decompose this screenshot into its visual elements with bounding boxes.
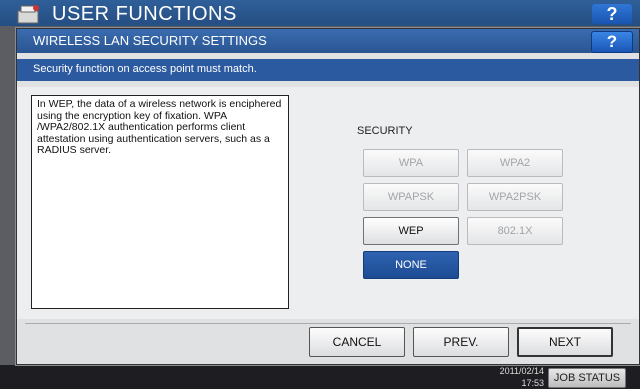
next-button[interactable]: NEXT: [517, 327, 613, 357]
footer-divider: [25, 323, 631, 324]
prev-button[interactable]: PREV.: [413, 327, 509, 357]
wpapsk-button[interactable]: WPAPSK: [363, 183, 459, 211]
status-bar: [0, 365, 640, 389]
wep-button[interactable]: WEP: [363, 217, 459, 245]
description-box: In WEP, the data of a wireless network i…: [31, 95, 289, 309]
settings-panel: In WEP, the data of a wireless network i…: [17, 87, 639, 319]
cancel-button[interactable]: CANCEL: [309, 327, 405, 357]
none-button[interactable]: NONE: [363, 251, 459, 279]
dialog-title: WIRELESS LAN SECURITY SETTINGS: [33, 33, 267, 48]
message-bar: Security function on access point must m…: [17, 59, 639, 81]
dialog-help-button[interactable]: ?: [591, 31, 633, 53]
dialog-title-bar: WIRELESS LAN SECURITY SETTINGS ?: [17, 29, 639, 53]
wpa2-button[interactable]: WPA2: [467, 149, 563, 177]
job-status-button[interactable]: JOB STATUS: [548, 368, 626, 388]
wpa2psk-button[interactable]: WPA2PSK: [467, 183, 563, 211]
app-help-button[interactable]: ?: [592, 4, 632, 24]
clock-date: 2011/02/14: [499, 366, 544, 376]
description-text: In WEP, the data of a wireless network i…: [37, 98, 282, 156]
message-text: Security function on access point must m…: [33, 63, 257, 75]
security-label: SECURITY: [357, 125, 413, 137]
clock-time: 17:53: [521, 378, 544, 388]
app-title: USER FUNCTIONS: [52, 3, 237, 25]
user-functions-icon: [17, 5, 39, 24]
wpa-button[interactable]: WPA: [363, 149, 459, 177]
dot1x-button[interactable]: 802.1X: [467, 217, 563, 245]
clock: 2011/02/14 17:53: [488, 366, 544, 388]
wireless-lan-security-dialog: WIRELESS LAN SECURITY SETTINGS ? Securit…: [16, 28, 640, 365]
